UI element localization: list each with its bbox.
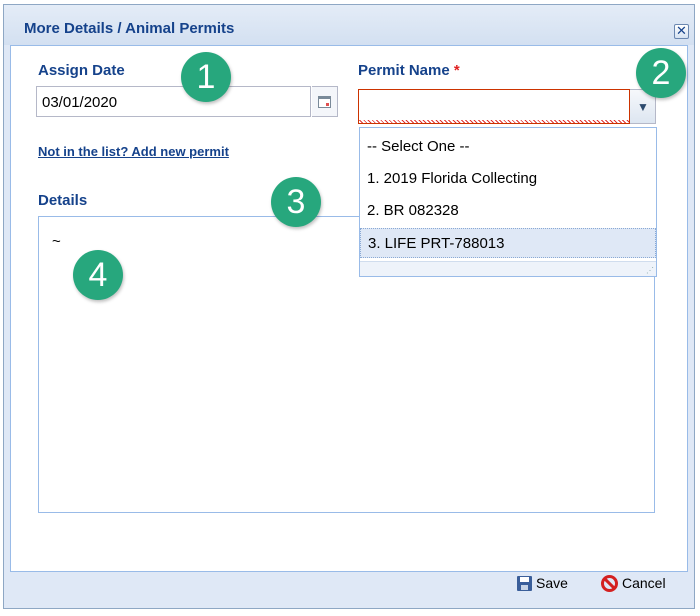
callout-badge-2: 2 [636, 48, 686, 98]
calendar-icon [318, 96, 331, 108]
cancel-label: Cancel [622, 575, 666, 591]
permit-dropdown-list: -- Select One -- 1. 2019 Florida Collect… [359, 127, 657, 277]
dialog-title: More Details / Animal Permits [24, 20, 235, 37]
save-disk-icon [517, 575, 532, 591]
required-marker: * [453, 62, 460, 79]
dropdown-option[interactable]: 2. BR 082328 [360, 196, 656, 226]
save-button[interactable]: Save [517, 572, 568, 594]
close-icon[interactable]: ✕ [674, 24, 689, 39]
assign-date-label: Assign Date [38, 62, 125, 79]
dropdown-resize-handle[interactable]: ⋰ [360, 261, 656, 276]
callout-badge-3: 3 [271, 177, 321, 227]
details-value: ~ [52, 233, 61, 250]
permit-name-label: Permit Name * [358, 62, 460, 79]
chevron-down-icon: ▼ [637, 100, 649, 114]
assign-date-value: 03/01/2020 [42, 94, 118, 111]
permit-name-label-text: Permit Name [358, 62, 450, 79]
permit-name-combo-input[interactable] [358, 89, 630, 124]
dialog-titlebar: More Details / Animal Permits ✕ [4, 5, 694, 45]
callout-badge-4: 4 [73, 250, 123, 300]
resize-grip-icon: ⋰ [646, 266, 654, 275]
save-label: Save [536, 575, 568, 591]
dropdown-option[interactable]: 1. 2019 Florida Collecting [360, 164, 656, 194]
callout-badge-1: 1 [181, 52, 231, 102]
dropdown-option[interactable]: -- Select One -- [360, 132, 656, 162]
add-new-permit-link[interactable]: Not in the list? Add new permit [38, 144, 229, 159]
details-label: Details [38, 192, 88, 209]
dropdown-option-highlighted[interactable]: 3. LIFE PRT-788013 [360, 228, 656, 258]
assign-date-field[interactable]: 03/01/2020 [36, 86, 311, 117]
cancel-button[interactable]: Cancel [601, 572, 666, 594]
date-picker-button[interactable] [312, 86, 338, 117]
cancel-icon [601, 574, 618, 592]
